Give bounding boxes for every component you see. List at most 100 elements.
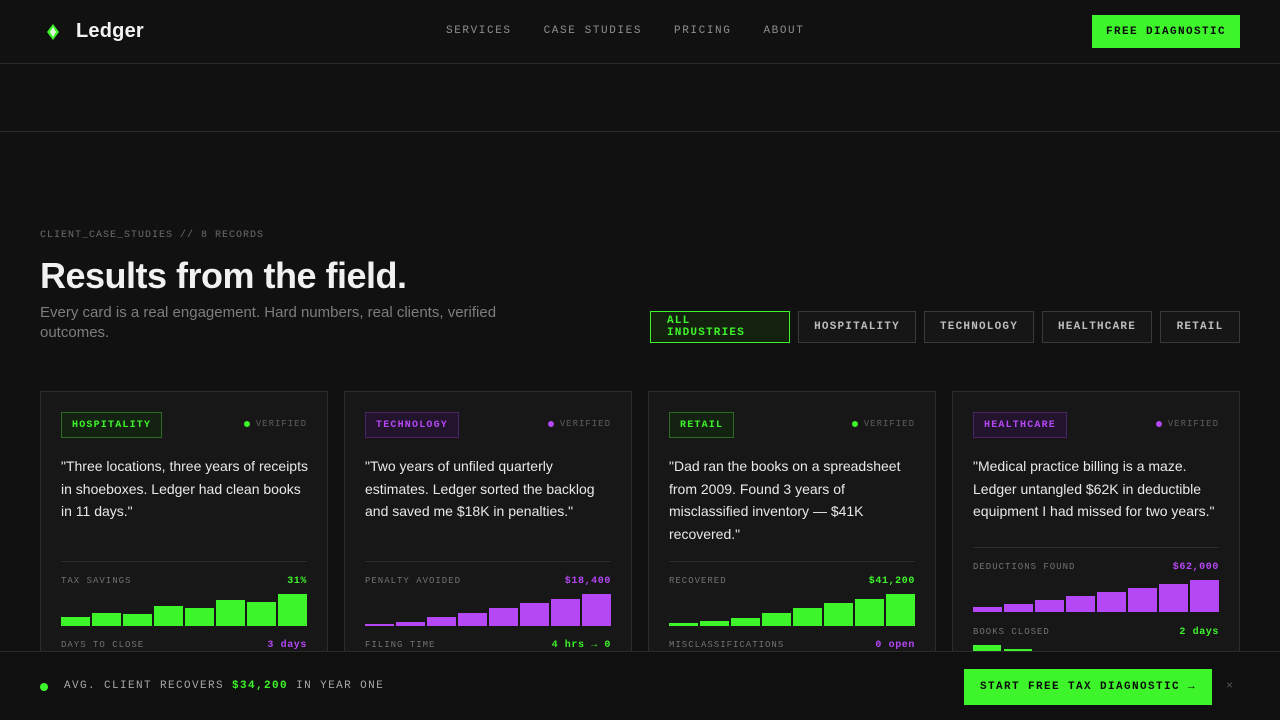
bar-7 <box>1159 584 1188 612</box>
bar-6 <box>1128 588 1157 612</box>
secondary-metric-label: FILING TIME <box>365 640 436 650</box>
main-nav: SERVICES CASE STUDIES PRICING ABOUT <box>446 25 804 37</box>
secondary-metric-value: 0 open <box>875 640 915 651</box>
bar-8 <box>1190 580 1219 612</box>
recovery-stat: AVG. CLIENT RECOVERS $34,200 IN YEAR ONE <box>64 680 384 692</box>
case-study-card-hospitality[interactable]: HOSPITALITY VERIFIED "Three locations, t… <box>40 391 328 661</box>
bar-1 <box>61 617 90 626</box>
filter-technology[interactable]: TECHNOLOGY <box>924 311 1034 343</box>
industry-tag: RETAIL <box>669 412 735 438</box>
close-icon[interactable]: × <box>1226 678 1233 692</box>
bar-4 <box>154 606 183 626</box>
bar-3 <box>123 614 152 626</box>
status-dot-icon <box>40 683 48 691</box>
nav-case-studies[interactable]: CASE STUDIES <box>544 25 642 37</box>
metric-label: DEDUCTIONS FOUND <box>973 562 1076 572</box>
recovery-amount: $34,200 <box>232 680 289 692</box>
verified-badge: VERIFIED <box>547 419 611 429</box>
verified-dot-icon <box>547 421 554 427</box>
verified-label: VERIFIED <box>559 419 611 429</box>
case-study-card-healthcare[interactable]: HEALTHCARE VERIFIED "Medical practice bi… <box>952 391 1240 661</box>
filter-hospitality[interactable]: HOSPITALITY <box>798 311 916 343</box>
secondary-metric-label: BOOKS CLOSED <box>973 627 1050 637</box>
verified-badge: VERIFIED <box>243 419 307 429</box>
verified-dot-icon <box>1155 421 1162 427</box>
secondary-metric-value: 2 days <box>1179 627 1219 638</box>
bar-5 <box>185 608 214 626</box>
secondary-metric-value: 3 days <box>267 640 307 651</box>
bar-6 <box>216 600 245 626</box>
bar-5 <box>489 608 518 626</box>
metric-value: $18,400 <box>564 576 611 587</box>
bar-2 <box>396 622 425 626</box>
verified-label: VERIFIED <box>863 419 915 429</box>
metric-value: 31% <box>287 576 307 587</box>
bar-4 <box>458 613 487 626</box>
header-band <box>0 64 1280 132</box>
sticky-cta-bar: AVG. CLIENT RECOVERS $34,200 IN YEAR ONE… <box>0 651 1280 720</box>
bar-2 <box>700 621 729 626</box>
bar-7 <box>551 599 580 626</box>
ledger-logo-icon <box>46 23 60 40</box>
verified-badge: VERIFIED <box>851 419 915 429</box>
bar-1 <box>973 607 1002 612</box>
bar-7 <box>855 599 884 626</box>
bar-1 <box>669 623 698 626</box>
verified-badge: VERIFIED <box>1155 419 1219 429</box>
filter-healthcare[interactable]: HEALTHCARE <box>1042 311 1152 343</box>
start-diagnostic-button[interactable]: START FREE TAX DIAGNOSTIC → <box>964 669 1212 705</box>
case-study-card-retail[interactable]: RETAIL VERIFIED "Dad ran the books on a … <box>648 391 936 661</box>
bar-4 <box>1066 596 1095 612</box>
verified-dot-icon <box>851 421 858 427</box>
bar-8 <box>886 594 915 626</box>
bar-8 <box>582 594 611 626</box>
recovery-prefix: AVG. CLIENT RECOVERS <box>64 680 225 692</box>
bar-2 <box>92 613 121 626</box>
bar-3 <box>731 618 760 626</box>
testimonial-quote: "Three locations, three years of receipt… <box>61 458 308 520</box>
bar-7 <box>247 602 276 626</box>
section-subtitle: Every card is a real engagement. Hard nu… <box>40 304 497 341</box>
site-header: Ledger SERVICES CASE STUDIES PRICING ABO… <box>0 0 1280 64</box>
free-diagnostic-button[interactable]: FREE DIAGNOSTIC <box>1092 15 1240 48</box>
bar-3 <box>1035 600 1064 612</box>
verified-label: VERIFIED <box>255 419 307 429</box>
metric-label: TAX SAVINGS <box>61 576 132 586</box>
verified-dot-icon <box>243 421 250 427</box>
nav-about[interactable]: ABOUT <box>763 25 804 37</box>
brand-name: Ledger <box>76 20 144 42</box>
metric-value: $41,200 <box>868 576 915 587</box>
bar-5 <box>1097 592 1126 612</box>
industry-tag: TECHNOLOGY <box>365 412 460 438</box>
metric-bar-chart <box>365 594 611 626</box>
metric-label: RECOVERED <box>669 576 727 586</box>
filter-retail[interactable]: RETAIL <box>1160 311 1240 343</box>
case-study-card-technology[interactable]: TECHNOLOGY VERIFIED "Two years of unfile… <box>344 391 632 661</box>
bar-6 <box>520 603 549 626</box>
bar-1 <box>365 624 394 626</box>
section-title: Results from the field. <box>40 255 407 296</box>
bar-3 <box>427 617 456 626</box>
nav-pricing[interactable]: PRICING <box>674 25 731 37</box>
nav-services[interactable]: SERVICES <box>446 25 512 37</box>
recovery-suffix: IN YEAR ONE <box>296 680 385 692</box>
bar-4 <box>762 613 791 626</box>
testimonial-quote: "Medical practice billing is a maze. Led… <box>973 458 1215 520</box>
metric-bar-chart <box>61 594 307 626</box>
bar-5 <box>793 608 822 626</box>
secondary-metric-value: 4 hrs → 0 <box>551 640 611 651</box>
testimonial-quote: "Two years of unfiled quarterly estimate… <box>365 458 595 520</box>
industry-tag: HOSPITALITY <box>61 412 163 438</box>
logo[interactable]: Ledger <box>46 20 144 43</box>
filter-all-industries[interactable]: ALL INDUSTRIES <box>650 311 790 343</box>
bar-8 <box>278 594 307 626</box>
testimonial-quote: "Dad ran the books on a spreadsheet from… <box>669 458 901 542</box>
metric-value: $62,000 <box>1172 562 1219 573</box>
card-divider <box>365 561 611 562</box>
verified-label: VERIFIED <box>1167 419 1219 429</box>
bar-6 <box>824 603 853 626</box>
industry-tag: HEALTHCARE <box>973 412 1068 438</box>
bar-2 <box>1004 604 1033 612</box>
secondary-metric-label: DAYS TO CLOSE <box>61 640 145 650</box>
card-divider <box>669 561 915 562</box>
